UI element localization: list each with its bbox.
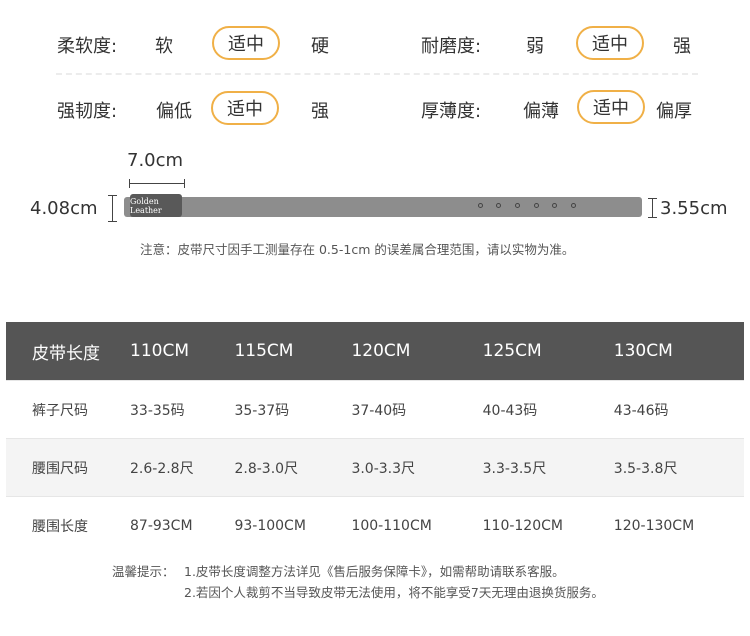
thickness-label: 厚薄度: — [421, 101, 482, 122]
right-height-tick-top — [648, 198, 657, 199]
belt-hole — [571, 203, 576, 208]
header-cell: 130CM — [612, 322, 744, 381]
belt-hole — [552, 203, 557, 208]
left-height-tick-bottom — [108, 221, 117, 222]
row-label: 腰围长度 — [6, 496, 129, 554]
durability-option-medium: 适中 — [576, 26, 644, 60]
softness-option-medium: 适中 — [212, 26, 280, 60]
softness-option-soft: 软 — [155, 36, 173, 57]
buckle-width-line — [129, 183, 184, 184]
buckle-width-tick-left — [129, 179, 130, 188]
toughness-option-medium: 适中 — [211, 91, 279, 125]
belt-hole — [515, 203, 520, 208]
table-row: 腰围长度 87-93CM 93-100CM 100-110CM 110-120C… — [6, 496, 744, 554]
toughness-label: 强韧度: — [57, 101, 118, 122]
buckle-width-tick-right — [184, 179, 185, 188]
measurement-note: 注意：皮带尺寸因手工测量存在 0.5-1cm 的误差属合理范围，请以实物为准。 — [140, 242, 575, 257]
header-cell: 115CM — [233, 322, 351, 381]
table-cell: 35-37码 — [233, 380, 351, 439]
table-cell: 93-100CM — [233, 496, 351, 554]
row-label: 腰围尺码 — [6, 438, 129, 497]
size-table: 皮带长度 110CM 115CM 120CM 125CM 130CM 裤子尺码 … — [6, 322, 744, 554]
table-cell: 87-93CM — [129, 496, 234, 554]
buckle-width-label: 7.0cm — [127, 150, 184, 171]
table-cell: 3.0-3.3尺 — [350, 438, 482, 497]
table-cell: 3.5-3.8尺 — [612, 438, 744, 497]
header-belt-length: 皮带长度 — [6, 322, 129, 381]
table-cell: 37-40码 — [350, 380, 482, 439]
tips-prefix: 温馨提示： — [112, 564, 175, 579]
table-cell: 110-120CM — [481, 496, 613, 554]
left-height-line — [112, 195, 113, 221]
toughness-option-low: 偏低 — [156, 101, 192, 122]
table-header-row: 皮带长度 110CM 115CM 120CM 125CM 130CM — [6, 322, 744, 381]
toughness-option-strong: 强 — [311, 101, 329, 122]
header-cell: 125CM — [481, 322, 613, 381]
thickness-option-thick: 偏厚 — [656, 101, 692, 122]
table-row: 裤子尺码 33-35码 35-37码 37-40码 40-43码 43-46码 — [6, 380, 744, 439]
table-cell: 100-110CM — [350, 496, 482, 554]
table-cell: 120-130CM — [612, 496, 744, 554]
divider — [56, 73, 698, 75]
table-row: 腰围尺码 2.6-2.8尺 2.8-3.0尺 3.0-3.3尺 3.3-3.5尺… — [6, 438, 744, 497]
table-cell: 3.3-3.5尺 — [481, 438, 613, 497]
left-height-tick-top — [108, 195, 117, 196]
right-height-tick-bottom — [648, 217, 657, 218]
belt-hole — [496, 203, 501, 208]
row-label: 裤子尺码 — [6, 380, 129, 439]
right-height-line — [652, 198, 653, 217]
buckle-logo-text: Golden Leather — [130, 196, 162, 215]
thickness-option-medium: 适中 — [577, 90, 645, 124]
left-height-label: 4.08cm — [30, 198, 98, 219]
table-cell: 43-46码 — [612, 380, 744, 439]
belt-strap — [124, 197, 642, 217]
table-cell: 2.8-3.0尺 — [233, 438, 351, 497]
header-cell: 120CM — [350, 322, 482, 381]
durability-option-weak: 弱 — [526, 36, 544, 57]
table-cell: 33-35码 — [129, 380, 234, 439]
belt-hole — [534, 203, 539, 208]
table-cell: 40-43码 — [481, 380, 613, 439]
belt-hole — [478, 203, 483, 208]
durability-option-strong: 强 — [673, 36, 691, 57]
softness-label: 柔软度: — [57, 36, 118, 57]
tips-line-2: 2.若因个人裁剪不当导致皮带无法使用，将不能享受7天无理由退换货服务。 — [184, 585, 604, 600]
belt-buckle-logo: Golden Leather — [130, 194, 182, 217]
header-cell: 110CM — [129, 322, 234, 381]
thickness-option-thin: 偏薄 — [523, 101, 559, 122]
table-cell: 2.6-2.8尺 — [129, 438, 234, 497]
right-height-label: 3.55cm — [660, 198, 728, 219]
tips-line-1: 1.皮带长度调整方法详见《售后服务保障卡》，如需帮助请联系客服。 — [184, 564, 565, 579]
durability-label: 耐磨度: — [421, 36, 482, 57]
softness-option-hard: 硬 — [311, 36, 329, 57]
